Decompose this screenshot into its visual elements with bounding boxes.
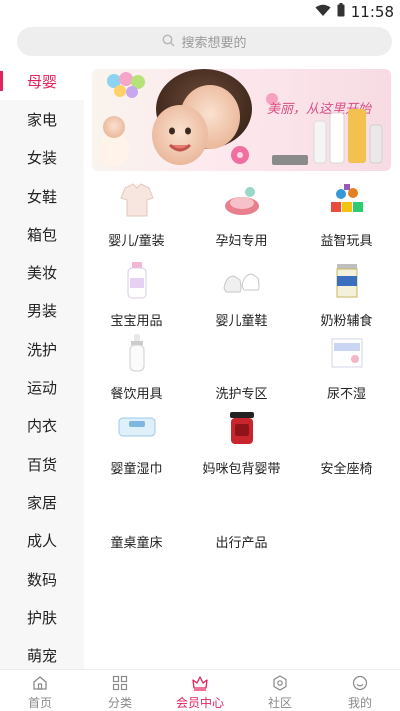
sidebar-item-nvzhuang[interactable]: 女装	[0, 139, 84, 177]
sidebar-item-shuma[interactable]: 数码	[0, 560, 84, 598]
wet-wipes-icon	[115, 406, 159, 450]
category-item[interactable]: 婴儿/童装	[84, 178, 189, 249]
battery-icon	[337, 2, 345, 21]
category-label: 益智玩具	[320, 234, 373, 249]
sidebar-item-muying[interactable]: 母婴	[0, 62, 84, 101]
category-item[interactable]: 婴童湿巾	[84, 406, 189, 477]
search-icon	[162, 32, 175, 51]
sidebar-item-hufu[interactable]: 护肤	[0, 598, 84, 636]
search-input[interactable]: 搜索想要的	[17, 27, 392, 56]
sidebar-item-chengren[interactable]: 成人	[0, 522, 84, 560]
category-label: 出行产品	[215, 536, 268, 551]
sidebar-item-yundong[interactable]: 运动	[0, 368, 84, 406]
sidebar-item-jiaju[interactable]: 家居	[0, 483, 84, 521]
category-banner[interactable]: 美丽，从这里开始	[92, 69, 391, 171]
category-label: 童桌童床	[110, 536, 163, 551]
category-label: 安全座椅	[320, 462, 373, 477]
category-item[interactable]: 宝宝用品	[84, 258, 189, 329]
toy-blocks-icon	[325, 178, 369, 222]
nav-category[interactable]: 分类	[80, 670, 160, 711]
category-label: 婴童湿巾	[110, 462, 163, 477]
category-item[interactable]: 妈咪包背婴带	[189, 406, 294, 477]
category-item[interactable]: 童桌童床	[84, 480, 189, 551]
sidebar-item-baihuo[interactable]: 百货	[0, 445, 84, 483]
category-item[interactable]: 尿不湿	[294, 331, 399, 402]
category-item[interactable]: 益智玩具	[294, 178, 399, 249]
grid-icon	[111, 674, 129, 692]
category-label: 婴儿童鞋	[215, 314, 268, 329]
sidebar-item-neiyi[interactable]: 内衣	[0, 407, 84, 445]
nav-home[interactable]: 首页	[0, 670, 80, 711]
face-icon	[351, 674, 369, 692]
car-seat-thumbnail	[325, 406, 369, 450]
nav-label: 社区	[267, 696, 292, 710]
category-item[interactable]: 婴儿童鞋	[189, 258, 294, 329]
nav-member-center[interactable]: 会员中心	[160, 670, 240, 711]
status-time: 11:58	[350, 2, 394, 21]
category-item[interactable]: 安全座椅	[294, 406, 399, 477]
baby-lotion-icon	[115, 258, 159, 302]
status-bar: 11:58	[0, 0, 400, 24]
category-label: 婴儿/童装	[108, 234, 165, 249]
crown-icon	[191, 674, 209, 692]
feeding-bottle-icon	[115, 331, 159, 375]
banner-illustration: 美丽，从这里开始	[99, 69, 383, 167]
category-label: 尿不湿	[326, 387, 366, 402]
baby-clothes-icon	[115, 178, 159, 222]
sidebar-item-nanzhuang[interactable]: 男装	[0, 292, 84, 330]
sidebar-item-xiangbao[interactable]: 箱包	[0, 215, 84, 253]
category-label: 洗护专区	[215, 387, 268, 402]
travel-products-thumbnail	[220, 480, 264, 524]
sidebar-item-jiadian[interactable]: 家电	[0, 100, 84, 138]
search-placeholder: 搜索想要的	[181, 36, 247, 51]
category-sidebar: 母婴 家电 女装 女鞋 箱包 美妆 男装 洗护 运动 内衣 百货 家居 成人 数…	[0, 62, 84, 669]
maternity-icon	[220, 178, 264, 222]
category-label: 餐饮用具	[110, 387, 163, 402]
category-item[interactable]: 奶粉辅食	[294, 258, 399, 329]
baby-carrier-icon	[220, 406, 264, 450]
category-item[interactable]: 洗护专区	[189, 331, 294, 402]
category-item[interactable]: 餐饮用具	[84, 331, 189, 402]
sidebar-item-xihu[interactable]: 洗护	[0, 330, 84, 368]
nav-label: 分类	[107, 696, 132, 710]
nav-community[interactable]: 社区	[240, 670, 320, 711]
category-label: 妈咪包背婴带	[202, 462, 281, 477]
category-label: 宝宝用品	[110, 314, 163, 329]
category-label: 孕妇专用	[215, 234, 268, 249]
sidebar-item-mengchong[interactable]: 萌宠	[0, 636, 84, 669]
nav-label: 首页	[27, 696, 52, 710]
nav-label: 会员中心	[175, 696, 224, 710]
desk-bed-thumbnail	[115, 480, 159, 524]
diaper-icon	[325, 331, 369, 375]
bottom-nav: 首页 分类 会员中心 社区 我的	[0, 669, 400, 711]
wifi-icon	[315, 2, 331, 21]
sidebar-item-meizhuang[interactable]: 美妆	[0, 253, 84, 291]
home-icon	[31, 674, 49, 692]
category-item[interactable]: 出行产品	[189, 480, 294, 551]
milk-powder-icon	[325, 258, 369, 302]
status-icons: 11:58	[315, 2, 394, 21]
sidebar-item-nvxie[interactable]: 女鞋	[0, 177, 84, 215]
nav-label: 我的	[347, 696, 372, 710]
category-item[interactable]: 孕妇专用	[189, 178, 294, 249]
nav-profile[interactable]: 我的	[320, 670, 400, 711]
wash-care-icon	[220, 331, 264, 375]
baby-shoes-icon	[220, 258, 264, 302]
hexagon-icon	[271, 674, 289, 692]
category-label: 奶粉辅食	[320, 314, 373, 329]
